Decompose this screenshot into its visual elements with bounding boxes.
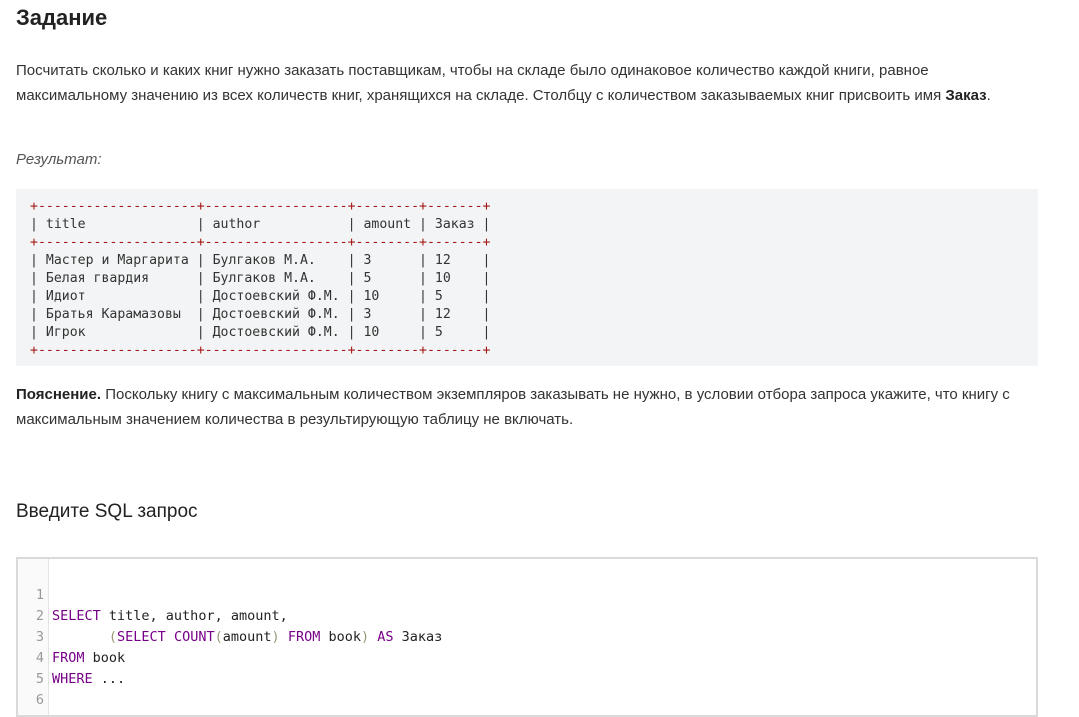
sql-text: book: [320, 629, 361, 645]
table-row: | Идиот | Достоевский Ф.М. | 10 | 5 |: [30, 289, 491, 304]
editor-line[interactable]: 2 (SELECT COUNT(amount) FROM book) AS За…: [18, 585, 442, 645]
order-column-name: Заказ: [945, 87, 987, 104]
sql-keyword: SELECT: [117, 629, 166, 645]
sql-bracket: ): [271, 629, 280, 645]
sql-function: COUNT: [173, 629, 215, 645]
sql-text: book: [84, 650, 126, 666]
editor-line[interactable]: 1 SELECT title, author, amount,: [18, 564, 288, 624]
sql-bracket: (: [214, 629, 223, 645]
task-title: Задание: [16, 5, 108, 30]
explanation-text: Поскольку книгу с максимальным количеств…: [16, 386, 1010, 428]
sql-bracket: ): [360, 629, 370, 645]
sql-bracket: (: [108, 629, 118, 645]
task-description-text: Посчитать сколько и каких книг нужно зак…: [16, 62, 946, 104]
explanation: Пояснение. Поскольку книгу с максимальны…: [16, 382, 1036, 432]
line-number: 7: [18, 711, 44, 715]
table-separator: +--------------------+------------------…: [30, 235, 491, 250]
editor-line[interactable]: 7: [18, 690, 67, 715]
sql-text: ...: [92, 671, 126, 687]
table-separator: +--------------------+------------------…: [30, 343, 491, 358]
table-row: | Мастер и Маргарита | Булгаков М.А. | 3…: [30, 253, 491, 268]
table-row: | Игрок | Достоевский Ф.М. | 10 | 5 |: [30, 325, 491, 340]
code-text[interactable]: (SELECT COUNT(amount) FROM book) AS Зака…: [52, 627, 442, 648]
table-header-row: | title | author | amount | Заказ |: [30, 217, 491, 232]
result-table: +--------------------+------------------…: [30, 198, 1038, 360]
code-text[interactable]: SELECT title, author, amount,: [52, 606, 288, 627]
sql-keyword: FROM: [287, 629, 321, 645]
editor-line[interactable]: 6: [18, 669, 67, 708]
table-row: | Белая гвардия | Булгаков М.А. | 5 | 10…: [30, 271, 491, 286]
sql-editor[interactable]: 1 SELECT title, author, amount, 2 (SELEC…: [16, 557, 1038, 717]
task-description: Посчитать сколько и каких книг нужно зак…: [16, 58, 1036, 108]
sql-text: title, author, amount,: [100, 608, 288, 624]
table-row: | Братья Карамазовы | Достоевский Ф.М. |…: [30, 307, 491, 322]
sql-text: amount: [222, 629, 272, 645]
sql-input-heading: Введите SQL запрос: [16, 501, 198, 522]
sql-keyword: AS: [377, 629, 394, 645]
editor-line[interactable]: 3 FROM book: [18, 606, 125, 666]
result-table-block: +--------------------+------------------…: [16, 189, 1038, 366]
task-description-end: .: [986, 87, 991, 104]
editor-line[interactable]: 5: [18, 648, 67, 687]
result-label: Результат:: [16, 151, 102, 168]
editor-line[interactable]: 4 WHERE ...: [18, 627, 125, 687]
explanation-label: Пояснение.: [16, 386, 102, 403]
sql-text: Заказ: [393, 629, 443, 645]
table-separator: +--------------------+------------------…: [30, 199, 491, 214]
